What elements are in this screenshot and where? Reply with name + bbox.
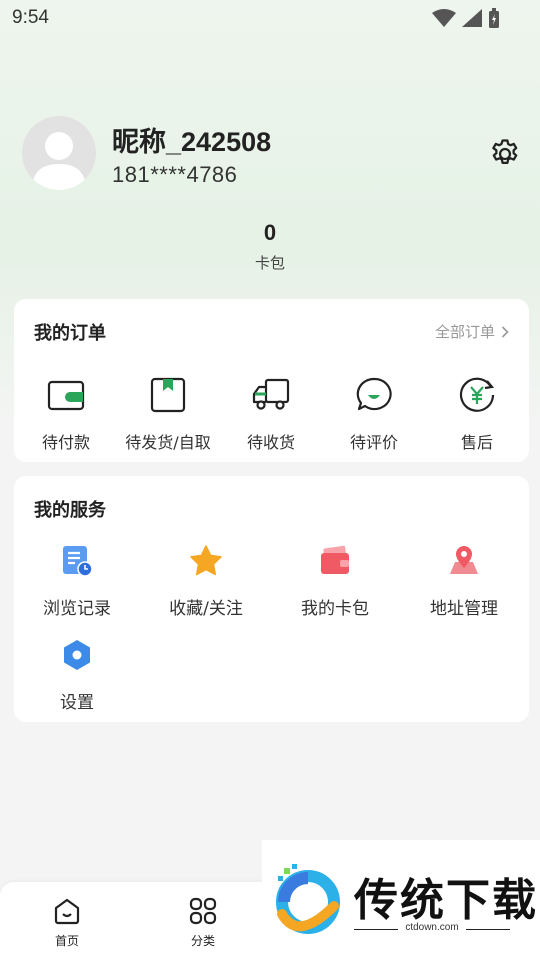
- truck-icon: [252, 378, 290, 410]
- all-orders-label: 全部订单: [434, 323, 495, 341]
- tab-home-label: 首页: [54, 934, 79, 948]
- avatar[interactable]: [22, 116, 96, 190]
- home-icon: [54, 898, 80, 925]
- watermark-url: ctdown.com: [405, 922, 459, 933]
- settings-hexagon-icon: [64, 640, 90, 670]
- grid-icon: [189, 897, 217, 925]
- tab-category-label: 分类: [190, 934, 215, 948]
- star-icon: [190, 545, 222, 576]
- watermark: 传统下载 ctdown.com: [262, 840, 540, 960]
- service-address[interactable]: 地址管理: [401, 544, 527, 619]
- order-item-label: 待付款: [41, 433, 90, 452]
- signal-icon: [462, 9, 482, 27]
- wifi-icon: [432, 9, 456, 27]
- yuan-refresh-icon: [459, 377, 495, 412]
- battery-icon: [489, 8, 499, 28]
- wallet-label: 卡包: [254, 254, 285, 272]
- order-item-label: 售后: [460, 433, 493, 452]
- card-wallet-icon: [321, 545, 349, 574]
- watermark-logo-icon: [276, 864, 340, 934]
- profile-header: 昵称_242508 181****4786: [22, 116, 522, 192]
- phone-number: 181****4786: [112, 162, 238, 187]
- order-pending-payment[interactable]: 待付款: [14, 375, 118, 453]
- service-item-label: 浏览记录: [43, 599, 111, 619]
- order-item-label: 待收货: [246, 433, 295, 452]
- service-favorites[interactable]: 收藏/关注: [143, 544, 269, 619]
- all-orders-link[interactable]: 全部订单: [435, 321, 509, 342]
- service-item-label: 收藏/关注: [169, 599, 243, 619]
- watermark-text: 传统下载: [354, 875, 538, 926]
- order-pending-review[interactable]: 待评价: [322, 375, 426, 453]
- service-browse-history[interactable]: 浏览记录: [14, 544, 140, 619]
- history-icon: [63, 546, 93, 577]
- orders-title: 我的订单: [34, 323, 106, 344]
- services-card: 我的服务 浏览记录 收藏/关注 我的卡包 地址管理 设置: [14, 476, 529, 722]
- service-item-label: 我的卡包: [301, 599, 369, 619]
- bookmark-icon: [150, 377, 186, 413]
- comment-icon: [356, 377, 392, 411]
- tab-category[interactable]: 分类: [163, 896, 243, 949]
- service-item-label: 地址管理: [430, 599, 498, 619]
- tab-home[interactable]: 首页: [27, 896, 107, 949]
- nickname[interactable]: 昵称_242508: [112, 120, 271, 159]
- chevron-right-icon: [501, 325, 509, 338]
- gear-icon[interactable]: [488, 137, 522, 171]
- orders-card: 我的订单 全部订单 待付款 待发货/自取 待收货 待评价 售后: [14, 299, 529, 462]
- order-item-label: 待发货/自取: [125, 433, 211, 452]
- order-pending-receipt[interactable]: 待收货: [219, 375, 323, 453]
- order-item-label: 待评价: [349, 433, 398, 452]
- service-item-label: 设置: [60, 693, 94, 713]
- order-after-sales[interactable]: 售后: [425, 375, 529, 453]
- status-time: 9:54: [12, 7, 49, 28]
- status-icons: [432, 8, 500, 28]
- location-icon: [450, 546, 478, 574]
- wallet-stat[interactable]: 0 卡包: [220, 220, 320, 273]
- order-pending-shipment[interactable]: 待发货/自取: [116, 375, 220, 453]
- wallet-count: 0: [263, 220, 277, 245]
- wallet-icon: [47, 380, 85, 411]
- default-avatar-icon: [32, 132, 86, 190]
- status-bar: 9:54: [0, 0, 540, 36]
- service-card-wallet[interactable]: 我的卡包: [272, 544, 398, 619]
- service-settings[interactable]: 设置: [14, 638, 140, 713]
- services-title: 我的服务: [34, 500, 106, 521]
